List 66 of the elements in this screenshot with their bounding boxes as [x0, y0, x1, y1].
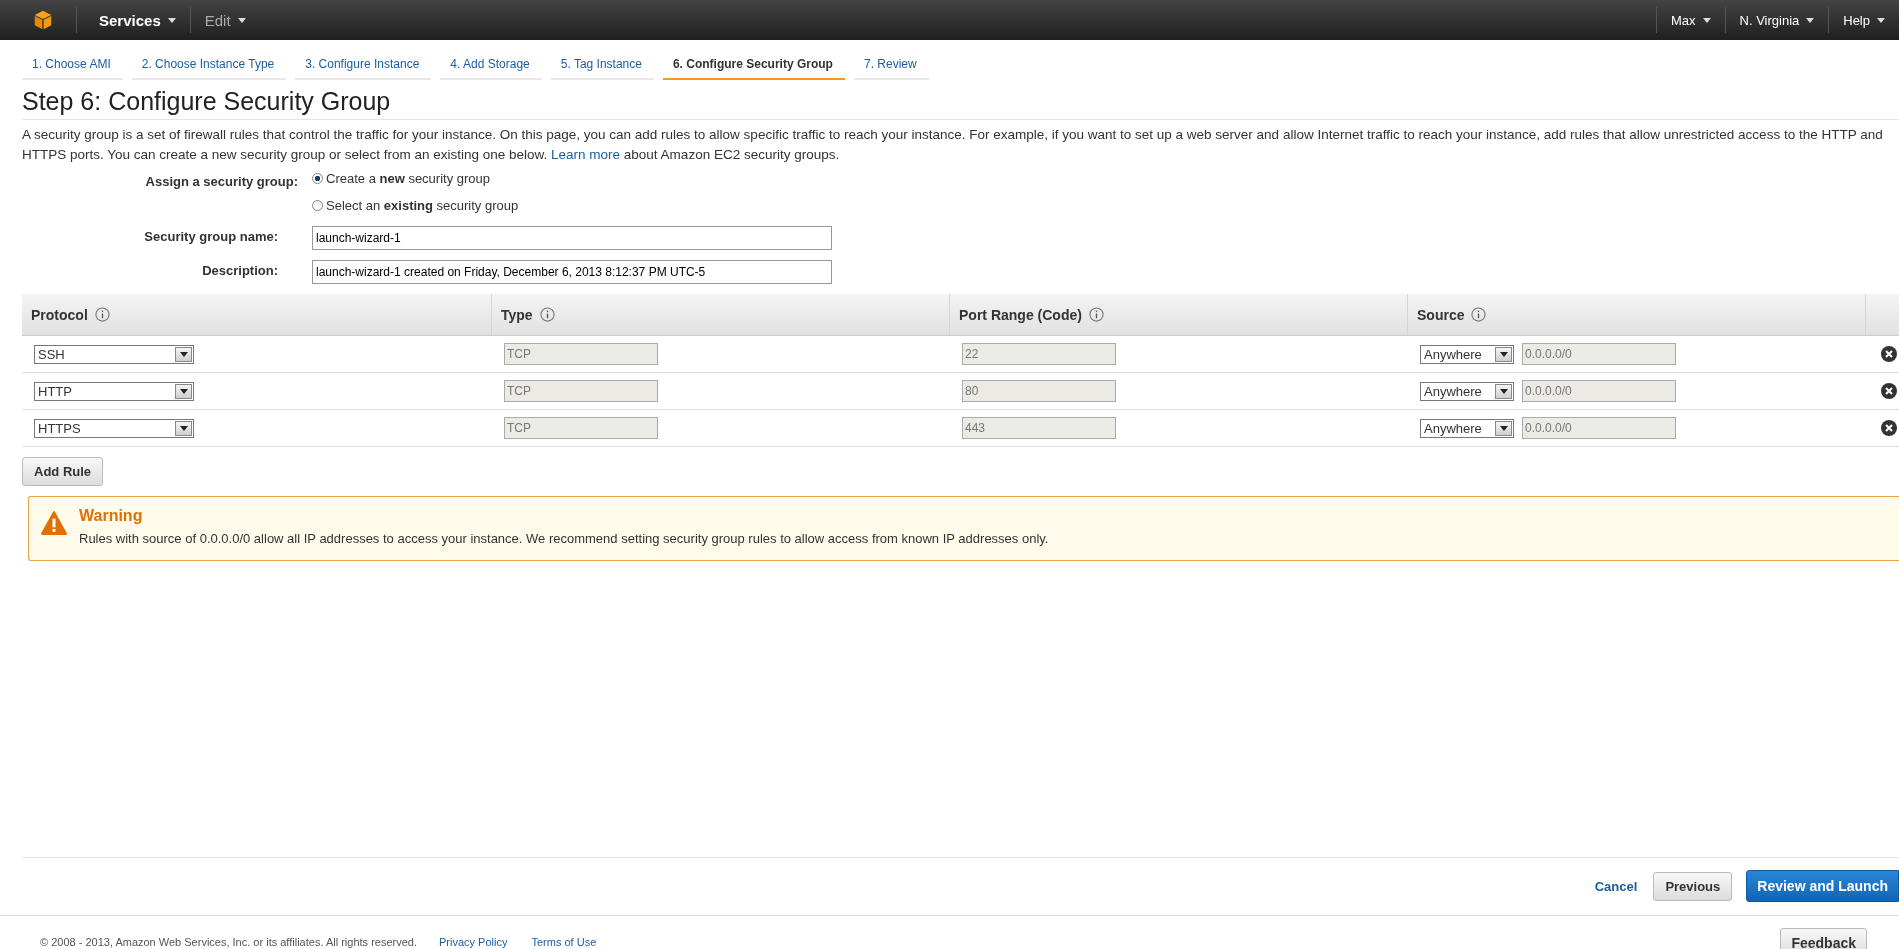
caret-icon: [167, 17, 176, 23]
dropdown[interactable]: SSH: [34, 344, 194, 364]
readonly-field: 443: [962, 417, 1116, 439]
cancel-link[interactable]: Cancel: [1594, 878, 1638, 894]
wizard-step-tab[interactable]: 7. Review: [853, 53, 929, 80]
field-label: Assign a security group:: [144, 173, 299, 191]
readonly-field: 0.0.0.0/0: [1522, 380, 1676, 402]
dropdown[interactable]: HTTPS: [34, 418, 194, 438]
page-title: Step 6: Configure Security Group: [22, 87, 1899, 120]
readonly-field: 0.0.0.0/0: [1522, 343, 1676, 365]
column-header: Source: [1417, 306, 1465, 323]
radio-button[interactable]: [312, 173, 323, 184]
remove-icon[interactable]: [1881, 383, 1897, 399]
info-icon[interactable]: [94, 307, 110, 322]
feedback-button[interactable]: Feedback: [1780, 928, 1867, 949]
copyright-text: © 2008 - 2013, Amazon Web Services, Inc. or its affiliates. All rights reserved.: [40, 936, 417, 948]
caret-icon: [1702, 17, 1711, 23]
info-icon[interactable]: [1088, 307, 1104, 322]
column-header: Type: [501, 306, 533, 323]
remove-icon[interactable]: [1881, 346, 1897, 362]
add-rule-button[interactable]: Add Rule: [22, 457, 104, 486]
text-input-field[interactable]: launch-wizard-1 created on Friday, December 6, 2013 8:12:37 PM UTC-5: [312, 260, 832, 284]
wizard-step-tab[interactable]: 5. Tag Instance: [550, 53, 654, 80]
info-icon[interactable]: [1471, 307, 1487, 322]
menu-button[interactable]: N. Virginia: [1724, 7, 1829, 33]
radio-button[interactable]: [312, 200, 323, 211]
dropdown[interactable]: Anywhere: [1420, 344, 1514, 364]
menu-button[interactable]: Services: [76, 7, 190, 33]
caret-icon: [1806, 17, 1815, 23]
dropdown[interactable]: HTTP: [34, 381, 194, 401]
radio-option[interactable]: Create a new security group: [312, 171, 519, 186]
remove-icon[interactable]: [1881, 420, 1897, 436]
wizard-step-tab[interactable]: 4. Add Storage: [440, 53, 542, 80]
field-label: Description:: [201, 262, 279, 280]
warning-title: Warning: [79, 507, 144, 525]
readonly-field: TCP: [504, 417, 658, 439]
menu-button[interactable]: Max: [1655, 7, 1725, 33]
column-header: Protocol: [31, 306, 88, 323]
text-input-field[interactable]: launch-wizard-1: [312, 226, 832, 250]
dropdown[interactable]: Anywhere: [1420, 381, 1514, 401]
field-label: Security group name:: [143, 228, 279, 246]
readonly-field: 22: [962, 343, 1116, 365]
footer-link[interactable]: Terms of Use: [531, 936, 597, 948]
intro-paragraph: A security group is a set of firewall rules that control the traffic for your instance. On this page, you can add rules to allow specific traffic to reach your instance. For example, if you want to set up a web server and allow Internet traffic to reach your instance, add rules that allow unrestricted access to the HTTP and HTTPS ports. You can create a new security group or select from an existing one below. Learn more about Amazon EC2 security groups.: [22, 126, 1884, 164]
dropdown[interactable]: Anywhere: [1420, 418, 1514, 438]
column-header: Port Range (Code): [959, 306, 1082, 323]
wizard-step-tab[interactable]: 6. Configure Security Group: [662, 53, 845, 80]
info-icon[interactable]: [539, 307, 555, 322]
radio-option[interactable]: Select an existing security group: [312, 198, 519, 213]
caret-icon: [237, 17, 246, 23]
previous-button[interactable]: Previous: [1653, 871, 1733, 901]
wizard-step-tab[interactable]: 3. Configure Instance: [295, 53, 432, 80]
readonly-field: TCP: [504, 343, 658, 365]
wizard-step-tab[interactable]: 1. Choose AMI: [22, 53, 123, 80]
readonly-field: 80: [962, 380, 1116, 402]
footer-link[interactable]: Privacy Policy: [439, 936, 508, 948]
learn-more-link[interactable]: Learn more: [551, 147, 621, 162]
menu-button[interactable]: Help: [1828, 7, 1899, 33]
caret-icon: [1877, 17, 1885, 23]
menu-button[interactable]: Edit: [189, 7, 260, 33]
wizard-step-tab[interactable]: 2. Choose Instance Type: [131, 53, 287, 80]
readonly-field: 0.0.0.0/0: [1522, 417, 1676, 439]
warning-icon: [41, 511, 67, 535]
warning-message: Rules with source of 0.0.0.0/0 allow all IP addresses to access your instance. We recommend setting security group rules to allow access from known IP addresses only.: [79, 531, 1049, 548]
review-and-launch-button[interactable]: Review and Launch: [1746, 870, 1899, 902]
readonly-field: TCP: [504, 380, 658, 402]
